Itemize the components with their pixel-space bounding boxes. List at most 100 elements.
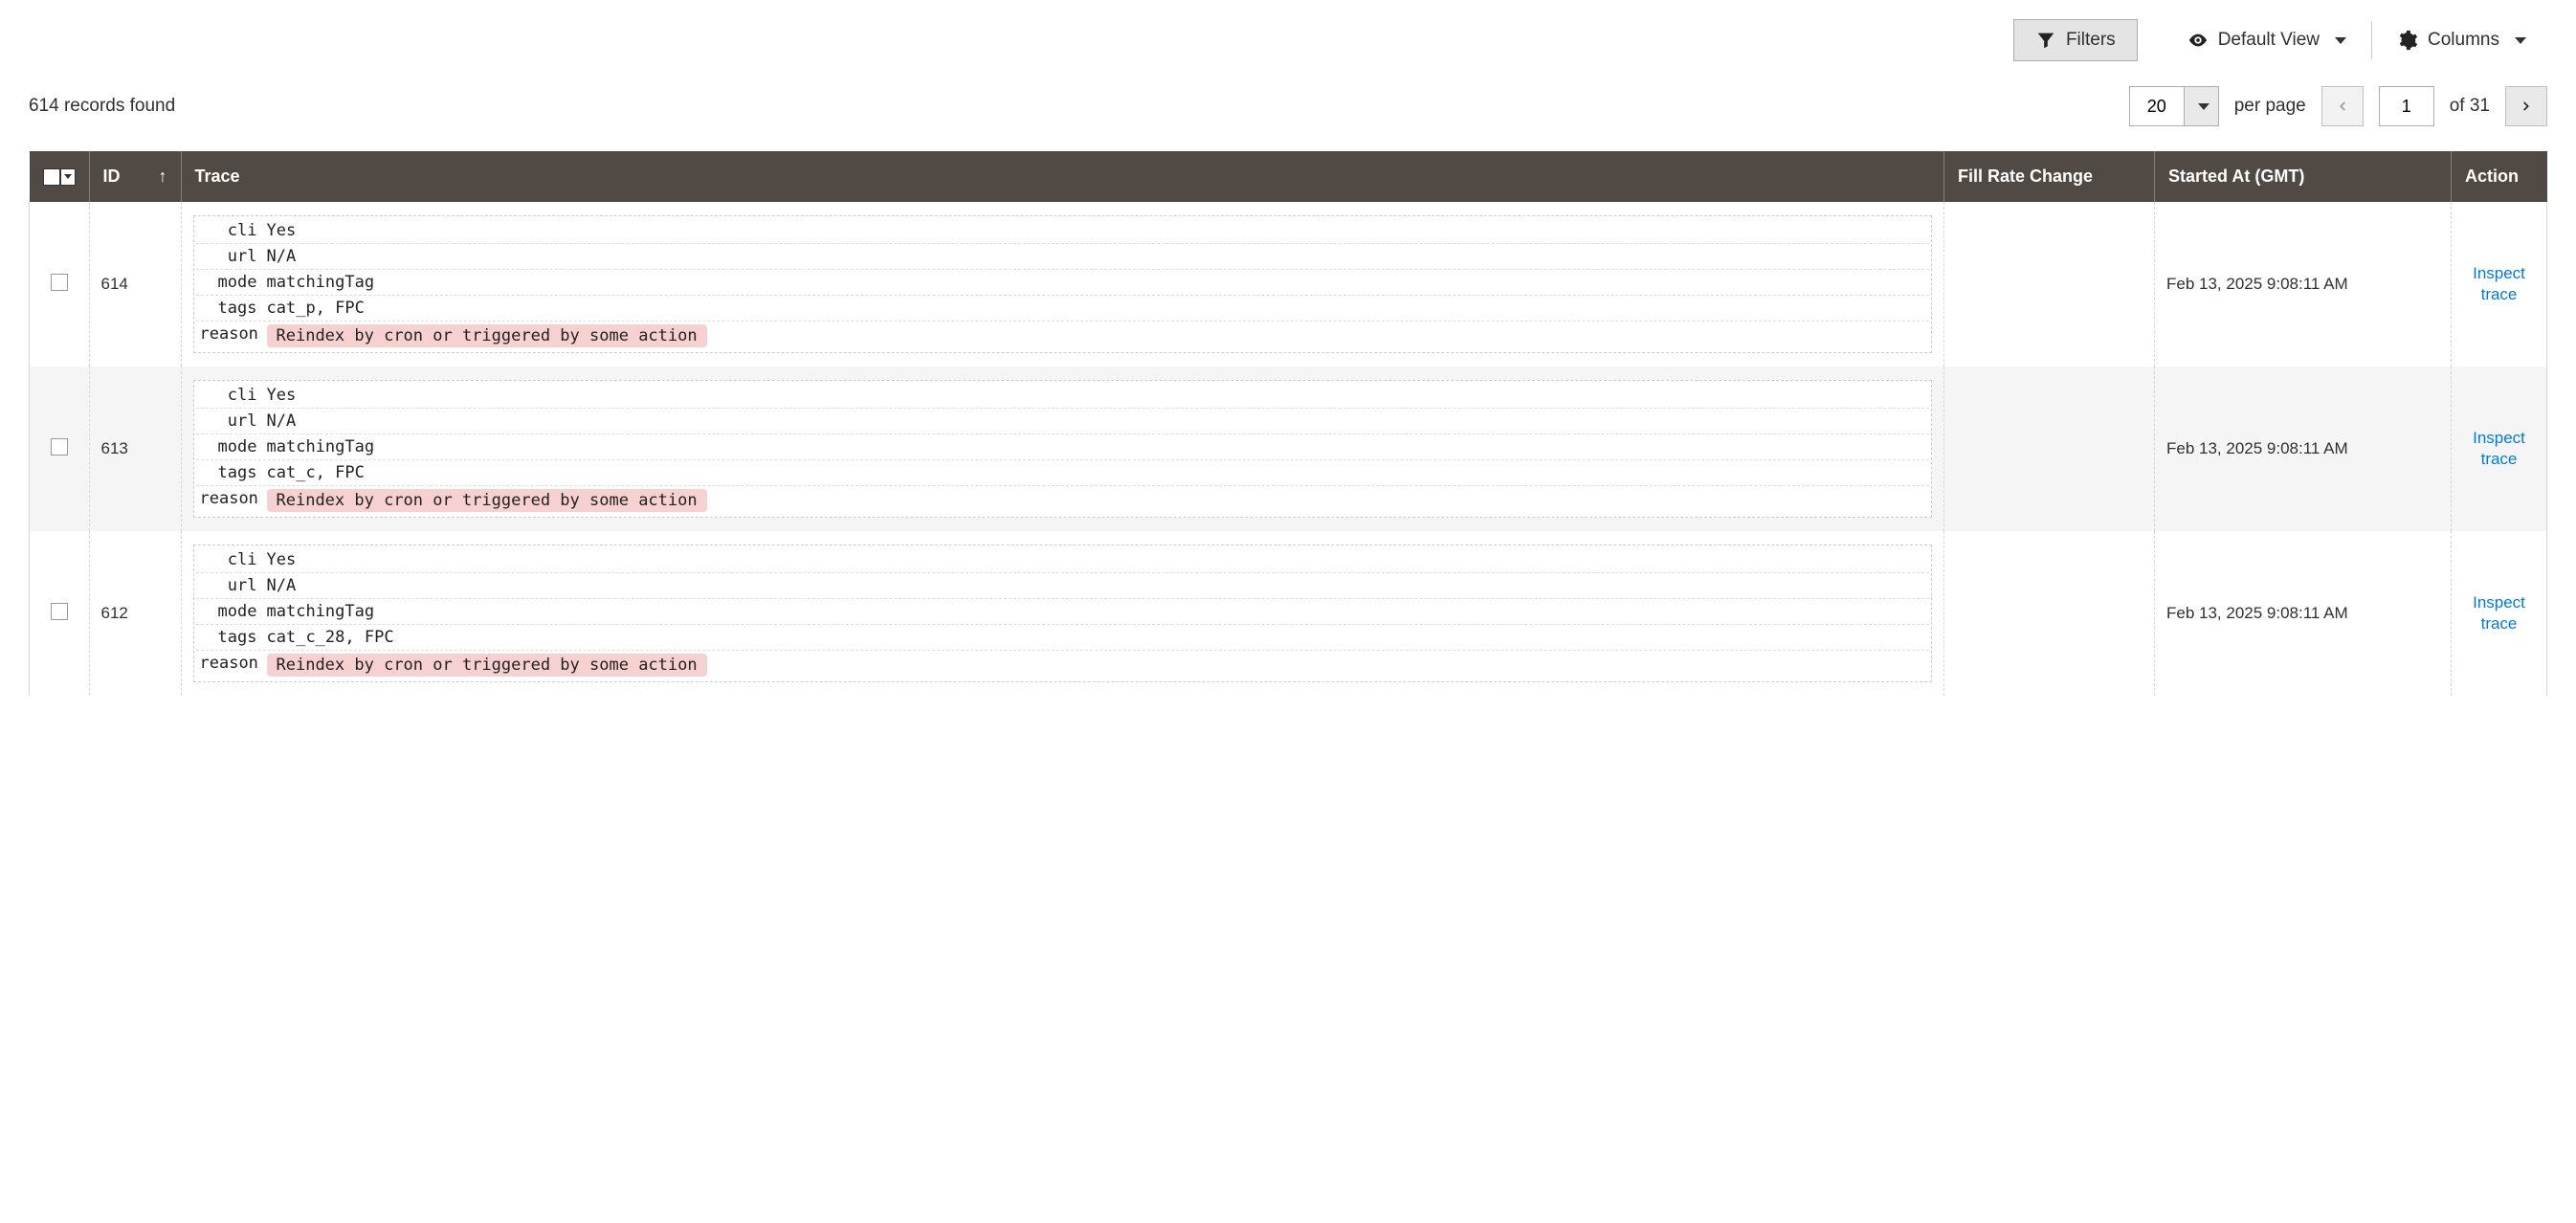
col-header-action[interactable]: Action xyxy=(2452,151,2547,202)
col-header-trace[interactable]: Trace xyxy=(181,151,1944,202)
trace-row-cli: cliYes xyxy=(196,383,1930,409)
row-checkbox[interactable] xyxy=(51,603,68,620)
row-checkbox-cell xyxy=(30,367,90,531)
table-row: 614cliYesurlN/AmodematchingTagtagscat_p,… xyxy=(30,202,2547,367)
pagination: per page of 31 xyxy=(2129,86,2547,126)
trace-key: mode xyxy=(200,273,267,292)
trace-box: cliYesurlN/AmodematchingTagtagscat_c_28,… xyxy=(193,545,1933,682)
row-action: Inspect trace xyxy=(2452,531,2547,696)
funnel-icon xyxy=(2035,30,2056,51)
reason-pill: Reindex by cron or triggered by some act… xyxy=(267,489,707,512)
row-action: Inspect trace xyxy=(2452,367,2547,531)
col-header-checkbox[interactable] xyxy=(30,151,90,202)
toolbar-separator xyxy=(2371,21,2372,59)
eye-icon xyxy=(2187,30,2209,51)
trace-key: cli xyxy=(200,221,267,240)
inspect-trace-link[interactable]: Inspect trace xyxy=(2463,428,2535,470)
row-trace: cliYesurlN/AmodematchingTagtagscat_c_28,… xyxy=(181,531,1944,696)
trace-row-tags: tagscat_p, FPC xyxy=(196,296,1930,322)
trace-row-mode: modematchingTag xyxy=(196,270,1930,296)
default-view-button[interactable]: Default View xyxy=(2166,24,2367,56)
inspect-trace-link[interactable]: Inspect trace xyxy=(2463,263,2535,305)
caret-down-icon xyxy=(2198,103,2210,110)
select-all-dropdown[interactable] xyxy=(60,168,76,186)
row-trace: cliYesurlN/AmodematchingTagtagscat_c, FP… xyxy=(181,367,1944,531)
table-row: 613cliYesurlN/AmodematchingTagtagscat_c,… xyxy=(30,367,2547,531)
trace-value: Yes xyxy=(267,386,1926,405)
table-row: 612cliYesurlN/AmodematchingTagtagscat_c_… xyxy=(30,531,2547,696)
per-page-dropdown[interactable] xyxy=(2185,86,2219,126)
trace-key: tags xyxy=(200,463,267,482)
filters-label: Filters xyxy=(2066,30,2116,51)
trace-box: cliYesurlN/AmodematchingTagtagscat_p, FP… xyxy=(193,215,1933,353)
trace-value: cat_c_28, FPC xyxy=(267,628,1926,647)
row-fill-rate xyxy=(1944,367,2155,531)
sort-asc-icon: ↑ xyxy=(159,167,167,187)
columns-button[interactable]: Columns xyxy=(2376,24,2547,56)
per-page-select[interactable] xyxy=(2129,86,2219,126)
toolbar: Filters Default View Columns xyxy=(29,19,2547,61)
row-fill-rate xyxy=(1944,202,2155,367)
trace-row-url: urlN/A xyxy=(196,409,1930,434)
row-action: Inspect trace xyxy=(2452,202,2547,367)
row-fill-rate xyxy=(1944,531,2155,696)
row-checkbox[interactable] xyxy=(51,438,68,456)
trace-key: tags xyxy=(200,299,267,318)
trace-row-reason: reasonReindex by cron or triggered by so… xyxy=(196,651,1930,679)
select-all-checkbox[interactable] xyxy=(43,168,60,186)
trace-row-tags: tagscat_c_28, FPC xyxy=(196,625,1930,651)
trace-value: Yes xyxy=(267,221,1926,240)
trace-box: cliYesurlN/AmodematchingTagtagscat_c, FP… xyxy=(193,380,1933,518)
per-page-label: per page xyxy=(2234,96,2306,117)
trace-key: mode xyxy=(200,437,267,456)
trace-value: Reindex by cron or triggered by some act… xyxy=(267,489,1926,512)
trace-row-reason: reasonReindex by cron or triggered by so… xyxy=(196,486,1930,515)
trace-value: Reindex by cron or triggered by some act… xyxy=(267,654,1926,677)
trace-row-url: urlN/A xyxy=(196,573,1930,599)
col-header-fill-rate[interactable]: Fill Rate Change xyxy=(1944,151,2155,202)
trace-value: Reindex by cron or triggered by some act… xyxy=(267,324,1926,347)
trace-key: reason xyxy=(200,489,267,512)
trace-key: url xyxy=(200,247,267,266)
trace-value: matchingTag xyxy=(267,273,1926,292)
prev-page-button[interactable] xyxy=(2321,86,2364,126)
trace-value: Yes xyxy=(267,550,1926,569)
trace-key: tags xyxy=(200,628,267,647)
chevron-right-icon xyxy=(2520,100,2533,113)
meta-row: 614 records found per page of 31 xyxy=(29,86,2547,126)
current-page-input[interactable] xyxy=(2379,86,2434,126)
col-header-started-at[interactable]: Started At (GMT) xyxy=(2155,151,2452,202)
inspect-trace-link[interactable]: Inspect trace xyxy=(2463,592,2535,634)
trace-row-mode: modematchingTag xyxy=(196,434,1930,460)
trace-row-cli: cliYes xyxy=(196,218,1930,244)
trace-key: cli xyxy=(200,386,267,405)
row-started-at: Feb 13, 2025 9:08:11 AM xyxy=(2155,367,2452,531)
trace-key: cli xyxy=(200,550,267,569)
row-checkbox[interactable] xyxy=(51,274,68,291)
col-header-id[interactable]: ID ↑ xyxy=(89,151,181,202)
row-started-at: Feb 13, 2025 9:08:11 AM xyxy=(2155,202,2452,367)
caret-down-icon xyxy=(2515,37,2526,44)
trace-value: cat_c, FPC xyxy=(267,463,1926,482)
filters-button[interactable]: Filters xyxy=(2013,19,2138,61)
row-id: 614 xyxy=(89,202,181,367)
trace-value: cat_p, FPC xyxy=(267,299,1926,318)
row-started-at: Feb 13, 2025 9:08:11 AM xyxy=(2155,531,2452,696)
trace-value: N/A xyxy=(267,247,1926,266)
caret-down-icon xyxy=(2335,37,2346,44)
trace-row-tags: tagscat_c, FPC xyxy=(196,460,1930,486)
data-table: ID ↑ Trace Fill Rate Change Started At (… xyxy=(29,151,2547,696)
trace-value: matchingTag xyxy=(267,437,1926,456)
trace-row-url: urlN/A xyxy=(196,244,1930,270)
row-checkbox-cell xyxy=(30,202,90,367)
row-id: 612 xyxy=(89,531,181,696)
of-pages: of 31 xyxy=(2450,96,2490,117)
trace-value: N/A xyxy=(267,576,1926,595)
trace-value: matchingTag xyxy=(267,602,1926,621)
trace-row-reason: reasonReindex by cron or triggered by so… xyxy=(196,322,1930,350)
next-page-button[interactable] xyxy=(2505,86,2547,126)
trace-row-mode: modematchingTag xyxy=(196,599,1930,625)
reason-pill: Reindex by cron or triggered by some act… xyxy=(267,654,707,677)
per-page-input[interactable] xyxy=(2129,86,2185,126)
row-trace: cliYesurlN/AmodematchingTagtagscat_p, FP… xyxy=(181,202,1944,367)
